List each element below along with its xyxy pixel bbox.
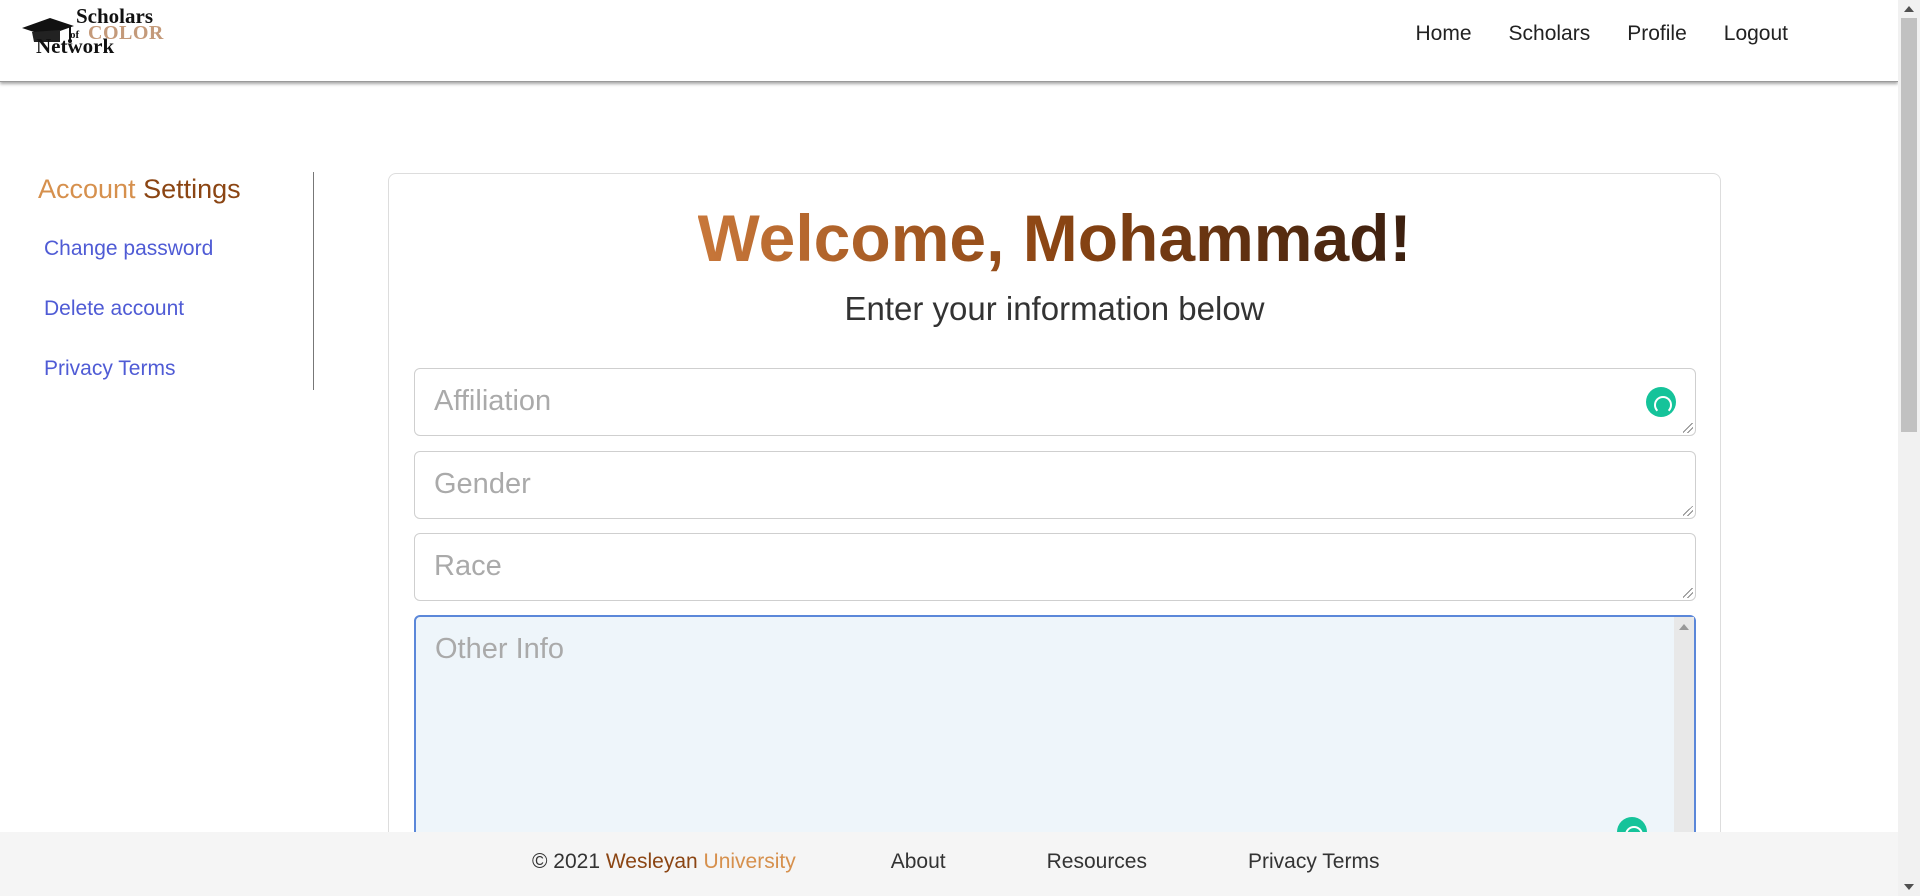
form-subtitle: Enter your information below bbox=[844, 290, 1265, 327]
scroll-down-arrow-icon[interactable] bbox=[1904, 884, 1914, 890]
other-info-placeholder: Other Info bbox=[435, 633, 564, 665]
resize-handle-icon[interactable] bbox=[1683, 588, 1693, 598]
scrollbar-thumb[interactable] bbox=[1901, 18, 1917, 432]
site-footer: © 2021 Wesleyan University About Resourc… bbox=[0, 832, 1898, 896]
resize-handle-icon[interactable] bbox=[1683, 506, 1693, 516]
site-header: Scholars of COLOR Network Home Scholars … bbox=[0, 0, 1898, 82]
welcome-heading: Welcome, Mohammad! bbox=[389, 200, 1720, 276]
gender-field[interactable]: Gender bbox=[414, 451, 1696, 519]
page-scrollbar[interactable] bbox=[1898, 0, 1920, 896]
welcome-heading-text: Welcome, Mohammad! bbox=[697, 201, 1412, 275]
delete-account-link[interactable]: Delete account bbox=[44, 296, 213, 322]
org-name-part2: University bbox=[697, 850, 796, 873]
logo-text-network: Network bbox=[36, 34, 115, 58]
nav-home-link[interactable]: Home bbox=[1416, 22, 1472, 46]
grammarly-icon[interactable] bbox=[1646, 387, 1676, 417]
sidebar-title: Account Settings bbox=[38, 174, 241, 205]
footer-links: © 2021 Wesleyan University About Resourc… bbox=[532, 850, 1379, 874]
footer-copyright: © 2021 Wesleyan University bbox=[532, 850, 796, 874]
main-nav: Home Scholars Profile Logout bbox=[1416, 22, 1789, 46]
footer-resources-link[interactable]: Resources bbox=[1047, 850, 1147, 874]
resize-handle-icon[interactable] bbox=[1683, 423, 1693, 433]
nav-scholars-link[interactable]: Scholars bbox=[1509, 22, 1591, 46]
sidebar-links: Change password Delete account Privacy T… bbox=[44, 236, 213, 416]
nav-profile-link[interactable]: Profile bbox=[1627, 22, 1687, 46]
sidebar-title-part1: Account bbox=[38, 174, 136, 204]
copyright-text: © 2021 bbox=[532, 850, 606, 873]
privacy-terms-link[interactable]: Privacy Terms bbox=[44, 356, 213, 382]
scroll-up-arrow-icon[interactable] bbox=[1679, 624, 1689, 630]
race-field[interactable]: Race bbox=[414, 533, 1696, 601]
account-settings-sidebar: Account Settings Change password Delete … bbox=[0, 172, 314, 390]
site-logo[interactable]: Scholars of COLOR Network bbox=[20, 4, 170, 58]
change-password-link[interactable]: Change password bbox=[44, 236, 213, 262]
nav-logout-link[interactable]: Logout bbox=[1724, 22, 1788, 46]
footer-privacy-link[interactable]: Privacy Terms bbox=[1248, 850, 1379, 874]
affiliation-field[interactable]: Affiliation bbox=[414, 368, 1696, 436]
profile-form-card: Welcome, Mohammad! Enter your informatio… bbox=[388, 173, 1721, 896]
org-name-part1: Wesleyan bbox=[605, 850, 698, 873]
gender-placeholder: Gender bbox=[434, 468, 531, 500]
scroll-up-arrow-icon[interactable] bbox=[1904, 6, 1914, 12]
sidebar-title-part2: Settings bbox=[135, 174, 241, 204]
affiliation-placeholder: Affiliation bbox=[434, 385, 552, 417]
race-placeholder: Race bbox=[434, 550, 502, 582]
footer-about-link[interactable]: About bbox=[891, 850, 946, 874]
